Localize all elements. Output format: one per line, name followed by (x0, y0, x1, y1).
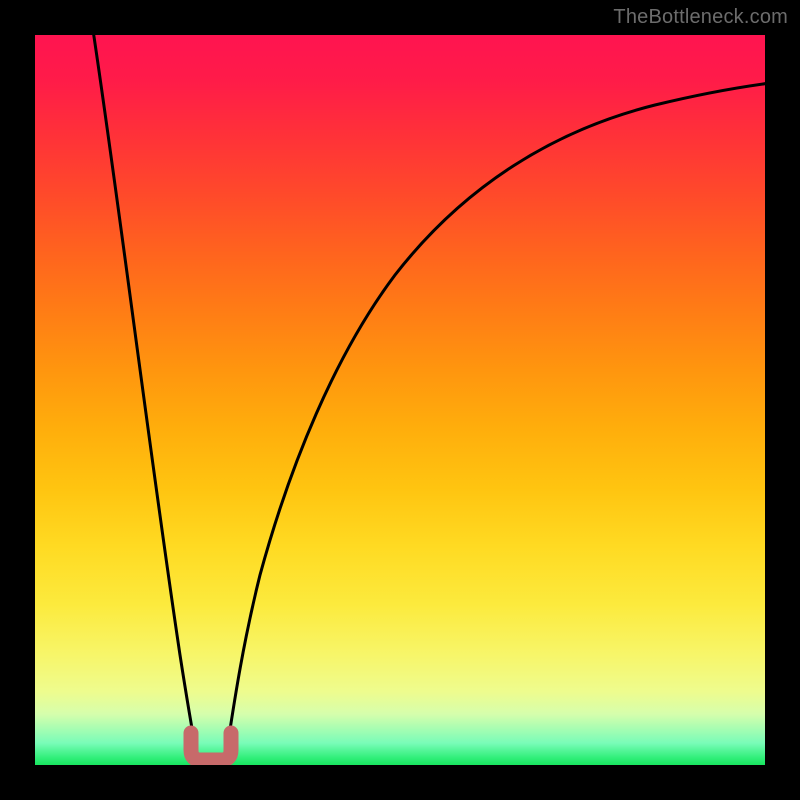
bottleneck-curve (35, 35, 765, 765)
curve-left-branch (93, 35, 198, 762)
curve-right-branch (225, 83, 765, 762)
min-marker-icon (191, 733, 231, 760)
watermark-text: TheBottleneck.com (613, 6, 788, 29)
plot-area (35, 35, 765, 765)
chart-frame: TheBottleneck.com (0, 0, 800, 800)
